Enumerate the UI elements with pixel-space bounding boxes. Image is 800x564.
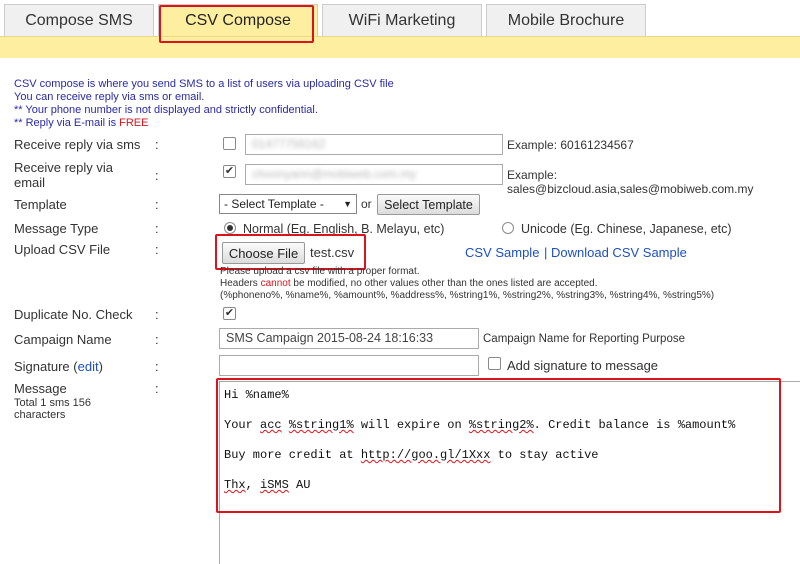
campaign-name-input[interactable]: SMS Campaign 2015-08-24 18:16:33 (219, 328, 479, 349)
tab-label: CSV Compose (185, 11, 291, 29)
message-text: http://goo.gl/1Xxx (360, 448, 491, 462)
message-line: Your acc %string1% will expire on %strin… (224, 418, 796, 433)
colon: : (155, 307, 159, 322)
message-text: , (245, 478, 261, 492)
message-line: Buy more credit at http://goo.gl/1Xxx to… (224, 448, 796, 463)
duplicate-check-label: Duplicate No. Check (14, 307, 133, 322)
normal-radio-label: Normal (Eg. English, B. Melayu, etc) (243, 222, 445, 236)
colon: : (155, 381, 159, 396)
csv-sample-link[interactable]: CSV Sample (465, 245, 539, 260)
free-text: FREE (119, 117, 149, 129)
intro-line: CSV compose is where you send SMS to a l… (14, 78, 394, 90)
tab-label: WiFi Marketing (348, 11, 456, 29)
upload-note-prefix: Headers (220, 278, 261, 289)
message-text: Buy more credit at (224, 448, 361, 462)
colon: : (155, 168, 159, 183)
message-type-label: Message Type (14, 221, 99, 236)
colon: : (155, 359, 159, 374)
tab-mobile-brochure[interactable]: Mobile Brochure (486, 4, 646, 36)
duplicate-check-checkbox[interactable]: ✔ (223, 307, 236, 320)
message-text: AU (288, 478, 311, 492)
colon: : (155, 137, 159, 152)
message-text: iSMS (260, 478, 289, 492)
template-select[interactable]: - Select Template - ▼ (219, 194, 357, 214)
char-count-line: Total 1 sms 156 (14, 397, 92, 409)
reply-sms-example: Example: 60161234567 (507, 138, 634, 152)
checkmark-icon: ✔ (224, 165, 235, 177)
message-line: Hi %name% (224, 388, 289, 402)
message-text: to stay active (490, 448, 599, 462)
reply-sms-input[interactable]: 0147775616​2 (245, 134, 503, 155)
signature-label-text: Signature (14, 359, 70, 374)
colon: : (155, 242, 159, 257)
message-line: Thx, iSMS AU (224, 478, 796, 493)
campaign-name-hint: Campaign Name for Reporting Purpose (483, 333, 685, 345)
intro-line: ** Reply via E-mail is FREE (14, 117, 394, 130)
tab-csv-compose[interactable]: CSV Compose (158, 4, 318, 36)
normal-radio[interactable] (224, 222, 236, 234)
unicode-radio-label: Unicode (Eg. Chinese, Japanese, etc) (521, 222, 732, 236)
signature-input[interactable] (219, 355, 479, 376)
tab-compose-sms[interactable]: Compose SMS (4, 4, 154, 36)
reply-sms-label: Receive reply via sms (14, 137, 141, 152)
reply-sms-value: 0147775616​2 (252, 137, 326, 151)
message-label: Message (14, 381, 67, 396)
upload-note-headers: Headers cannot be modified, no other val… (220, 278, 597, 290)
add-signature-checkbox[interactable] (488, 357, 501, 370)
cannot-text: cannot (260, 278, 291, 289)
upload-note-placeholders: (%phoneno%, %name%, %amount%, %address%,… (220, 290, 715, 301)
message-text (282, 418, 289, 432)
add-signature-label: Add signature to message (507, 358, 659, 373)
upload-note-suffix: be modified, no other values other than … (290, 278, 598, 289)
message-char-count: Total 1 sms 156 characters (14, 397, 91, 421)
message-text: will expire on (353, 418, 469, 432)
colon: : (155, 221, 159, 236)
campaign-name-label: Campaign Name (14, 332, 112, 347)
tab-wifi-marketing[interactable]: WiFi Marketing (322, 4, 482, 36)
reply-email-label-line: email (14, 175, 46, 190)
intro-line: ** Your phone number is not displayed an… (14, 104, 318, 116)
chevron-down-icon: ▼ (343, 199, 352, 209)
message-text: %string1% (288, 418, 354, 432)
reply-email-checkbox[interactable]: ✔ (223, 165, 236, 178)
checkmark-icon: ✔ (224, 307, 235, 319)
choose-file-button[interactable]: Choose File (222, 242, 305, 264)
template-select-value: - Select Template - (224, 197, 324, 211)
tab-label: Mobile Brochure (507, 11, 625, 29)
message-text: Your (224, 418, 261, 432)
reply-email-example: Example: sales@bizcloud.asia,sales@mobiw… (507, 168, 754, 196)
link-separator: | (544, 245, 548, 260)
unicode-radio[interactable] (502, 222, 514, 234)
signature-label: Signature (edit) (14, 359, 103, 374)
download-csv-sample-link[interactable]: Download CSV Sample (551, 245, 687, 260)
intro-line: You can receive reply via sms or email. (14, 91, 205, 103)
message-text: Thx (224, 478, 246, 492)
message-text: acc (260, 418, 282, 432)
reply-email-value: choonyann@mobiweb.com.my (252, 167, 417, 181)
select-template-button[interactable]: Select Template (377, 194, 480, 215)
tab-content-band (0, 36, 800, 58)
tab-label: Compose SMS (25, 11, 133, 29)
selected-filename: test.csv (310, 245, 355, 260)
or-text: or (361, 197, 372, 211)
paren: ) (98, 359, 103, 374)
message-text: . Credit balance is %amount% (533, 418, 736, 432)
upload-csv-label: Upload CSV File (14, 242, 111, 257)
intro-line-prefix: ** Reply via E-mail is (14, 117, 120, 129)
radio-selected-dot (227, 225, 233, 231)
char-count-line: characters (14, 409, 66, 421)
intro-text: CSV compose is where you send SMS to a l… (14, 78, 394, 130)
message-textarea[interactable]: Hi %name% Your acc %string1% will expire… (219, 381, 800, 564)
colon: : (155, 197, 159, 212)
reply-sms-checkbox[interactable] (223, 137, 236, 150)
upload-note: Please upload a csv file with a proper f… (220, 266, 420, 277)
signature-edit-link[interactable]: edit (78, 359, 99, 374)
reply-email-input[interactable]: choonyann@mobiweb.com.my (245, 164, 503, 185)
message-text: %string2% (468, 418, 534, 432)
tab-bar: Compose SMS CSV Compose WiFi Marketing M… (0, 0, 800, 36)
template-label: Template (14, 197, 67, 212)
colon: : (155, 332, 159, 347)
reply-email-label-line: Receive reply via (14, 160, 113, 175)
reply-email-label: Receive reply via email (14, 160, 113, 190)
